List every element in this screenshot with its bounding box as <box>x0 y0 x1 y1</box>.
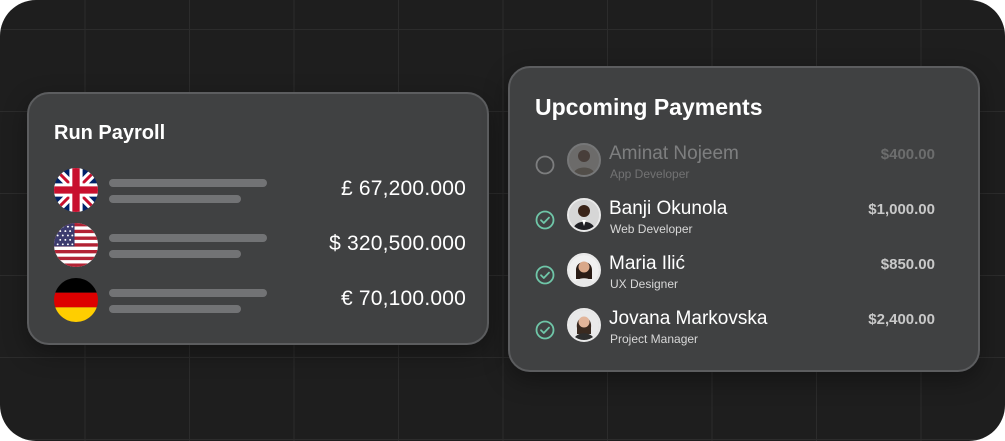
upcoming-payments-card: Upcoming Payments Aminat Nojeem App Deve… <box>508 66 980 372</box>
payee-role: Project Manager <box>610 332 699 346</box>
placeholder-bar <box>109 179 267 187</box>
germany-flag-icon <box>54 278 98 322</box>
payment-amount: $1,000.00 <box>868 201 935 218</box>
payroll-amount: € 70,100.000 <box>340 287 466 310</box>
payment-row[interactable]: Banji Okunola Web Developer $1,000.00 <box>535 198 935 244</box>
check-circle-icon[interactable] <box>535 320 555 340</box>
payee-name: Banji Okunola <box>609 198 728 219</box>
payee-role: Web Developer <box>610 222 693 236</box>
payroll-row-gbp[interactable]: £ 67,200.000 <box>54 168 466 216</box>
payment-amount: $400.00 <box>880 146 935 163</box>
avatar <box>567 143 601 177</box>
check-circle-icon[interactable] <box>535 265 555 285</box>
payee-name: Maria Ilić <box>609 253 686 274</box>
payee-role: UX Designer <box>610 277 679 291</box>
uk-flag-icon <box>54 168 98 212</box>
payee-name: Aminat Nojeem <box>609 143 739 164</box>
check-circle-icon[interactable] <box>535 210 555 230</box>
placeholder-bar <box>109 195 241 203</box>
placeholder-bar <box>109 250 241 258</box>
run-payroll-card: Run Payroll £ 67,200.000 $ 320,500.000 €… <box>27 92 489 345</box>
avatar <box>567 253 601 287</box>
payroll-title: Run Payroll <box>54 122 166 144</box>
avatar <box>567 308 601 342</box>
payment-amount: $2,400.00 <box>868 311 935 328</box>
empty-circle-icon[interactable] <box>535 155 555 175</box>
payment-row[interactable]: Jovana Markovska Project Manager $2,400.… <box>535 308 935 354</box>
upcoming-title: Upcoming Payments <box>535 94 763 120</box>
payroll-row-eur[interactable]: € 70,100.000 <box>54 278 466 326</box>
payroll-amount: £ 67,200.000 <box>340 177 466 200</box>
payment-row[interactable]: Aminat Nojeem App Developer $400.00 <box>535 143 935 189</box>
placeholder-bar <box>109 305 241 313</box>
payment-amount: $850.00 <box>880 256 935 273</box>
payroll-row-usd[interactable]: $ 320,500.000 <box>54 223 466 271</box>
avatar <box>567 198 601 232</box>
payee-role: App Developer <box>610 167 690 181</box>
canvas-background: Run Payroll £ 67,200.000 $ 320,500.000 €… <box>0 0 1005 441</box>
placeholder-bar <box>109 234 267 242</box>
payroll-amount: $ 320,500.000 <box>329 232 466 255</box>
payee-name: Jovana Markovska <box>609 308 768 329</box>
placeholder-bar <box>109 289 267 297</box>
payment-row[interactable]: Maria Ilić UX Designer $850.00 <box>535 253 935 299</box>
us-flag-icon <box>54 223 98 267</box>
